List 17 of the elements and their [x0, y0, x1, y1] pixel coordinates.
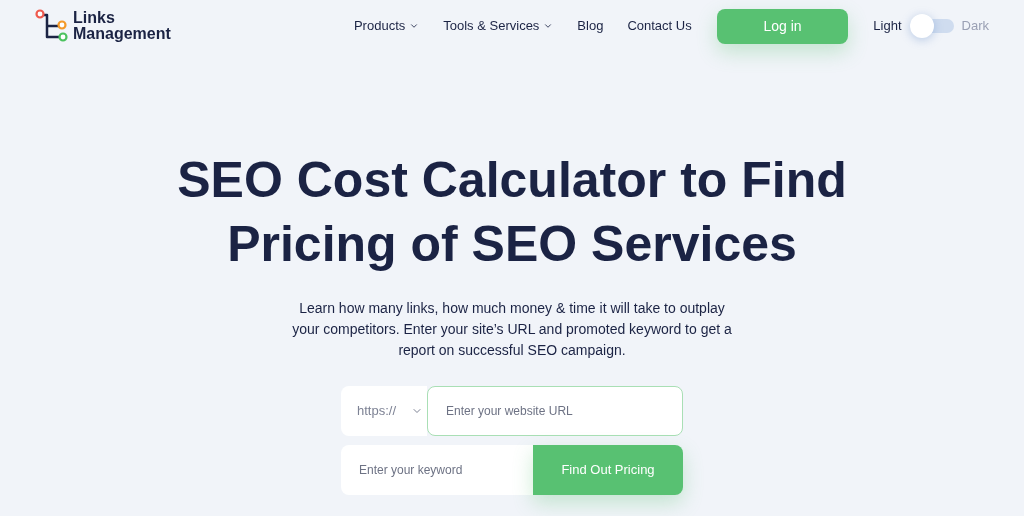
logo-icon [35, 9, 69, 43]
logo-text: Links [73, 10, 116, 26]
protocol-dropdown[interactable]: https:// [341, 386, 427, 436]
keyword-input[interactable]: Enter your keyword [341, 445, 533, 495]
nav-link[interactable]: Blog [577, 16, 604, 36]
chevron-down-icon [543, 21, 554, 31]
light-label: Light [873, 17, 902, 36]
logo-text: Management [73, 26, 171, 42]
hero-description: Learn how many links, how much money & time it will take to outplay your competitors. Enter your site’s URL and promoted keyword to get a report on successful SEO campaign. [292, 299, 732, 360]
hero-title: SEO Cost Calculator to Find Pricing of SEO Services [176, 151, 848, 274]
theme-toggle[interactable] [909, 14, 954, 38]
dark-label: Dark [961, 17, 989, 36]
chevron-down-icon [409, 21, 420, 31]
nav-link[interactable]: Tools & Services [443, 16, 554, 36]
url-input[interactable]: Enter your website URL [427, 386, 683, 436]
nav-link[interactable]: Contact Us [627, 16, 692, 36]
nav-link[interactable]: Products [353, 16, 420, 36]
